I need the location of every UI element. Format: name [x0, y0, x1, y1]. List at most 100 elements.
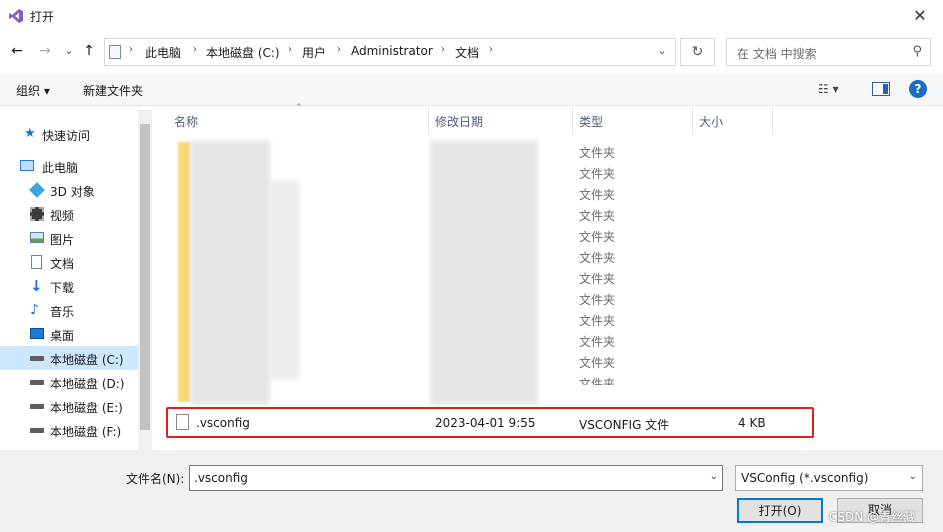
- folder-type: 文件夹: [579, 230, 616, 244]
- redacted-modified-dates: [430, 140, 538, 405]
- sidebar-item-3d-objects[interactable]: 3D 对象: [0, 178, 140, 202]
- folder-type: 文件夹: [579, 251, 616, 265]
- sidebar-item-videos[interactable]: 视频: [0, 202, 140, 226]
- view-options-icon[interactable]: ☷ ▾: [818, 82, 839, 96]
- back-button[interactable]: ←: [8, 42, 26, 60]
- folder-type: 文件夹: [579, 356, 616, 370]
- filename-value: .vsconfig: [194, 471, 248, 485]
- folder-type: 文件夹: [579, 272, 616, 286]
- column-header-name[interactable]: 名称: [174, 113, 198, 141]
- chevron-right-icon: ›: [288, 44, 292, 55]
- folder-type: 文件夹: [579, 167, 616, 181]
- forward-button[interactable]: →: [36, 42, 54, 60]
- sidebar-item-label: 3D 对象: [50, 185, 95, 199]
- sidebar-item-quick-access[interactable]: ★ 快速访问: [0, 122, 140, 146]
- sidebar-item-label: 音乐: [50, 305, 75, 319]
- sidebar-item-label: 本地磁盘 (D:): [50, 377, 125, 391]
- address-bar[interactable]: › 此电脑 › 本地磁盘 (C:) › 用户 › Administrator ›…: [104, 38, 676, 66]
- sidebar-item-label: 桌面: [50, 329, 75, 343]
- drive-icon: [30, 356, 44, 361]
- drive-icon: [30, 380, 44, 385]
- sidebar-item-label: 下载: [50, 281, 75, 295]
- search-icon: ⚲: [912, 44, 922, 59]
- chevron-right-icon: ›: [129, 44, 133, 55]
- folder-type: 文件夹: [579, 146, 616, 160]
- organize-menu-button[interactable]: 组织 ▾: [16, 82, 50, 99]
- folder-type: 文件夹: [579, 314, 616, 328]
- file-type-filter-select[interactable]: VSConfig (*.vsconfig) ⌄: [735, 465, 923, 491]
- search-input[interactable]: 在 文档 中搜索 ⚲: [726, 38, 931, 66]
- sidebar-item-label: 文档: [50, 257, 75, 271]
- desktop-icon: [30, 328, 44, 339]
- folder-type: 文件夹: [579, 188, 616, 202]
- breadcrumb-drive-c[interactable]: 本地磁盘 (C:): [206, 44, 280, 61]
- recent-locations-button[interactable]: ⌄: [60, 42, 78, 60]
- preview-pane-icon[interactable]: [872, 82, 890, 96]
- document-icon: [31, 255, 42, 269]
- scrollbar-thumb[interactable]: [140, 124, 150, 430]
- new-folder-button[interactable]: 新建文件夹: [83, 82, 143, 99]
- sidebar-item-label: 此电脑: [42, 161, 79, 175]
- computer-icon: [20, 160, 34, 171]
- column-header-size[interactable]: 大小: [699, 113, 723, 141]
- file-type: VSCONFIG 文件: [579, 418, 670, 432]
- sidebar-item-music[interactable]: ♪ 音乐: [0, 298, 140, 322]
- sidebar-item-label: 本地磁盘 (F:): [50, 425, 122, 439]
- sidebar-item-drive-f[interactable]: 本地磁盘 (F:): [0, 418, 140, 442]
- filter-value: VSConfig (*.vsconfig): [741, 471, 869, 485]
- video-icon: [30, 207, 44, 221]
- search-placeholder: 在 文档 中搜索: [737, 47, 817, 61]
- filename-label: 文件名(N):: [126, 472, 185, 486]
- sort-ascending-icon: ⌃: [295, 103, 303, 113]
- refresh-button[interactable]: ↻: [680, 38, 715, 66]
- folder-type: 文件夹: [579, 293, 616, 307]
- sidebar-item-documents[interactable]: 文档: [0, 250, 140, 274]
- sidebar-item-downloads[interactable]: ↓ 下载: [0, 274, 140, 298]
- command-bar: 组织 ▾ 新建文件夹 ☷ ▾ ?: [0, 74, 943, 106]
- picture-icon: [30, 232, 44, 243]
- drive-icon: [30, 404, 44, 409]
- column-divider[interactable]: [772, 107, 773, 135]
- chevron-down-icon[interactable]: ⌄: [654, 44, 670, 57]
- sidebar-item-drive-c[interactable]: 本地磁盘 (C:): [0, 346, 140, 370]
- file-size: 4 KB: [738, 416, 766, 430]
- help-button[interactable]: ?: [909, 80, 927, 98]
- file-modified: 2023-04-01 9:55: [435, 416, 536, 430]
- up-button[interactable]: ↑: [80, 42, 98, 60]
- folder-type: 文件夹: [579, 335, 616, 349]
- sidebar-item-this-pc[interactable]: 此电脑: [0, 154, 140, 178]
- chevron-down-icon[interactable]: ⌄: [710, 471, 718, 482]
- breadcrumb-this-pc[interactable]: 此电脑: [145, 44, 181, 61]
- sidebar-item-desktop[interactable]: 桌面: [0, 322, 140, 346]
- column-divider[interactable]: [572, 107, 573, 135]
- chevron-right-icon: ›: [489, 44, 493, 55]
- sidebar-item-pictures[interactable]: 图片: [0, 226, 140, 250]
- breadcrumb-documents[interactable]: 文档: [455, 44, 479, 61]
- chevron-right-icon: ›: [441, 44, 445, 55]
- visual-studio-icon: [9, 9, 23, 23]
- column-header-modified[interactable]: 修改日期: [435, 113, 483, 141]
- breadcrumb-users[interactable]: 用户: [302, 44, 326, 61]
- chevron-right-icon: ›: [193, 44, 197, 55]
- column-divider[interactable]: [428, 107, 429, 135]
- download-icon: ↓: [30, 277, 43, 295]
- redacted-folder-names: [270, 180, 300, 380]
- column-divider[interactable]: [692, 107, 693, 135]
- folder-icons-blurred: [178, 142, 190, 402]
- drive-icon: [30, 428, 44, 433]
- sidebar-item-label: 快速访问: [42, 129, 91, 143]
- sidebar-item-label: 本地磁盘 (C:): [50, 353, 124, 367]
- folder-type: 文件夹: [579, 377, 616, 385]
- chevron-right-icon: ›: [337, 44, 341, 55]
- sidebar-item-drive-e[interactable]: 本地磁盘 (E:): [0, 394, 140, 418]
- star-icon: ★: [24, 126, 36, 141]
- sidebar-item-drive-d[interactable]: 本地磁盘 (D:): [0, 370, 140, 394]
- redacted-folder-names: [190, 140, 270, 405]
- chevron-down-icon[interactable]: ⌄: [909, 471, 917, 482]
- window-title: 打开: [30, 10, 55, 24]
- breadcrumb-administrator[interactable]: Administrator: [351, 44, 433, 58]
- close-button[interactable]: ✕: [907, 4, 933, 28]
- column-header-type[interactable]: 类型: [579, 113, 603, 141]
- filename-input[interactable]: .vsconfig ⌄: [189, 465, 723, 491]
- open-button[interactable]: 打开(O): [737, 498, 823, 523]
